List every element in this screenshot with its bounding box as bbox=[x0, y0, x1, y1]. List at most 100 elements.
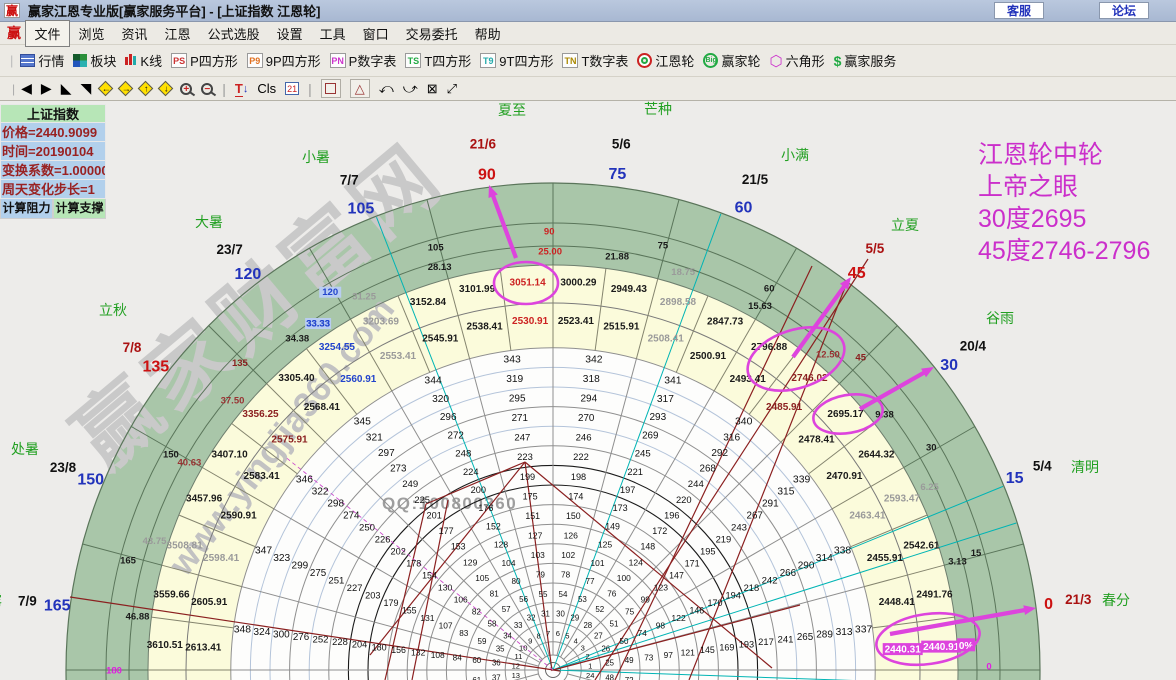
svg-text:谷雨: 谷雨 bbox=[986, 310, 1014, 326]
svg-text:2463.41: 2463.41 bbox=[849, 511, 886, 522]
svg-text:348: 348 bbox=[234, 624, 252, 635]
svg-text:221: 221 bbox=[627, 466, 643, 477]
svg-text:2523.41: 2523.41 bbox=[558, 316, 595, 327]
svg-text:0%: 0% bbox=[959, 641, 974, 652]
svg-text:30: 30 bbox=[940, 357, 958, 374]
svg-text:5/4: 5/4 bbox=[1033, 458, 1052, 473]
svg-text:0: 0 bbox=[986, 662, 991, 673]
svg-text:46.88: 46.88 bbox=[126, 612, 150, 623]
svg-text:242: 242 bbox=[762, 576, 778, 587]
svg-text:227: 227 bbox=[347, 582, 363, 593]
svg-text:244: 244 bbox=[688, 479, 705, 490]
svg-text:3: 3 bbox=[581, 643, 585, 652]
svg-text:268: 268 bbox=[700, 464, 717, 475]
svg-text:35: 35 bbox=[496, 644, 505, 653]
svg-text:151: 151 bbox=[525, 511, 540, 521]
svg-text:155: 155 bbox=[402, 606, 417, 616]
svg-text:60: 60 bbox=[735, 200, 753, 217]
svg-text:201: 201 bbox=[427, 510, 442, 520]
svg-text:165: 165 bbox=[120, 556, 137, 567]
svg-text:2590.91: 2590.91 bbox=[221, 511, 258, 522]
svg-text:266: 266 bbox=[780, 568, 797, 579]
svg-text:241: 241 bbox=[777, 635, 793, 646]
svg-text:21/3: 21/3 bbox=[1065, 592, 1092, 607]
svg-text:28: 28 bbox=[583, 621, 592, 630]
svg-text:217: 217 bbox=[758, 636, 774, 647]
svg-text:77: 77 bbox=[585, 577, 595, 586]
svg-text:2695.17: 2695.17 bbox=[827, 409, 864, 420]
svg-text:342: 342 bbox=[585, 355, 603, 366]
svg-text:173: 173 bbox=[613, 503, 628, 513]
svg-text:60: 60 bbox=[764, 283, 775, 294]
svg-text:80: 80 bbox=[511, 577, 521, 586]
svg-text:313: 313 bbox=[836, 627, 853, 638]
svg-text:76: 76 bbox=[607, 590, 617, 599]
svg-text:2455.91: 2455.91 bbox=[867, 553, 904, 564]
svg-text:299: 299 bbox=[292, 560, 309, 571]
svg-text:34: 34 bbox=[503, 631, 512, 640]
svg-text:292: 292 bbox=[711, 448, 728, 459]
svg-text:7/7: 7/7 bbox=[340, 173, 359, 188]
svg-text:105: 105 bbox=[475, 573, 489, 583]
svg-text:107: 107 bbox=[439, 621, 453, 631]
svg-text:152: 152 bbox=[486, 521, 501, 531]
svg-text:90: 90 bbox=[478, 166, 496, 183]
svg-text:300: 300 bbox=[273, 629, 290, 640]
svg-text:267: 267 bbox=[747, 511, 763, 522]
svg-text:1: 1 bbox=[588, 661, 592, 670]
svg-text:2598.41: 2598.41 bbox=[203, 553, 240, 564]
svg-text:0: 0 bbox=[1044, 596, 1053, 613]
svg-text:197: 197 bbox=[620, 485, 635, 495]
svg-text:199: 199 bbox=[520, 472, 535, 482]
svg-text:150: 150 bbox=[566, 511, 581, 521]
svg-text:18.75: 18.75 bbox=[671, 267, 695, 278]
svg-text:318: 318 bbox=[583, 374, 600, 385]
svg-text:345: 345 bbox=[354, 417, 372, 428]
svg-text:小暑: 小暑 bbox=[302, 149, 330, 165]
svg-text:251: 251 bbox=[328, 576, 344, 587]
svg-text:21/5: 21/5 bbox=[742, 172, 769, 187]
svg-text:193: 193 bbox=[739, 640, 754, 650]
svg-text:153: 153 bbox=[451, 542, 466, 552]
svg-text:5/6: 5/6 bbox=[612, 136, 631, 151]
svg-text:2898.58: 2898.58 bbox=[660, 297, 697, 308]
svg-text:243: 243 bbox=[731, 522, 747, 533]
svg-text:135: 135 bbox=[232, 358, 249, 369]
svg-text:2478.41: 2478.41 bbox=[798, 434, 835, 445]
svg-text:20/4: 20/4 bbox=[960, 339, 987, 354]
svg-text:21.88: 21.88 bbox=[605, 251, 629, 262]
svg-text:55: 55 bbox=[539, 590, 548, 599]
svg-text:156: 156 bbox=[391, 645, 406, 655]
svg-text:83: 83 bbox=[459, 629, 469, 638]
svg-text:清明: 清明 bbox=[1071, 459, 1099, 475]
svg-text:2545.91: 2545.91 bbox=[422, 334, 459, 345]
svg-text:203: 203 bbox=[365, 591, 380, 601]
svg-text:104: 104 bbox=[502, 558, 516, 568]
svg-text:145: 145 bbox=[700, 645, 715, 655]
svg-text:322: 322 bbox=[312, 487, 329, 498]
svg-text:2491.76: 2491.76 bbox=[916, 590, 953, 601]
svg-text:54: 54 bbox=[559, 590, 568, 599]
svg-text:3356.25: 3356.25 bbox=[242, 409, 279, 420]
svg-text:323: 323 bbox=[273, 553, 290, 564]
svg-text:296: 296 bbox=[440, 412, 457, 423]
svg-text:4: 4 bbox=[574, 636, 578, 645]
svg-text:295: 295 bbox=[509, 394, 526, 405]
svg-text:上帝之眼: 上帝之眼 bbox=[978, 173, 1078, 201]
svg-text:337: 337 bbox=[855, 624, 873, 635]
svg-text:346: 346 bbox=[296, 475, 314, 486]
svg-text:179: 179 bbox=[383, 598, 398, 608]
svg-text:270: 270 bbox=[578, 413, 595, 424]
svg-text:130: 130 bbox=[438, 582, 453, 592]
svg-text:228: 228 bbox=[332, 636, 348, 647]
svg-text:245: 245 bbox=[635, 449, 651, 460]
svg-text:58: 58 bbox=[488, 619, 497, 628]
svg-text:274: 274 bbox=[343, 511, 360, 522]
svg-text:3203.69: 3203.69 bbox=[363, 317, 400, 328]
svg-text:84: 84 bbox=[453, 654, 463, 663]
svg-text:247: 247 bbox=[514, 433, 530, 444]
svg-text:3.13: 3.13 bbox=[948, 556, 967, 567]
svg-text:298: 298 bbox=[327, 499, 344, 510]
svg-text:15.63: 15.63 bbox=[748, 301, 772, 312]
svg-text:252: 252 bbox=[312, 635, 328, 646]
